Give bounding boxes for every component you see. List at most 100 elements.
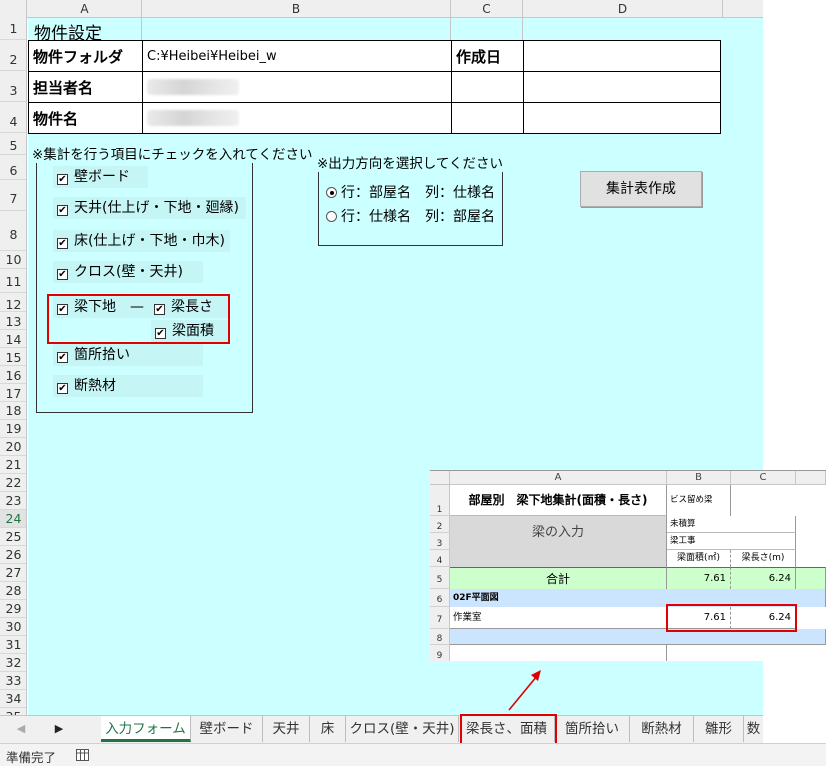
column-header-a[interactable]: A — [28, 0, 142, 18]
scroll-left-icon[interactable]: ◀ — [10, 716, 32, 742]
grid-line — [141, 18, 142, 40]
column-header-c[interactable]: C — [451, 0, 523, 18]
redacted-value — [147, 79, 239, 95]
excerpt-row-7: 7 — [430, 607, 450, 629]
tab-insulation[interactable]: 断熱材 — [630, 716, 694, 742]
result-sheet-excerpt: A B C 1 2 3 4 5 6 7 8 9 部屋別 梁下地集計(面積・長さ)… — [430, 470, 826, 661]
row-header-4[interactable]: 4 — [0, 102, 26, 133]
row-header-34[interactable]: 34 — [0, 690, 26, 708]
row-header-2[interactable]: 2 — [0, 40, 26, 71]
row-header-31[interactable]: 31 — [0, 636, 26, 654]
checkbox-wall-board[interactable]: ✔ 壁ボード — [53, 166, 148, 188]
excerpt-total-area: 7.61 — [667, 567, 731, 589]
person-value-cell[interactable] — [142, 71, 452, 103]
tab-wall-board[interactable]: 壁ボード — [191, 716, 263, 742]
checkbox-icon: ✔ — [57, 238, 68, 249]
row-header-29[interactable]: 29 — [0, 600, 26, 618]
highlight-result-values — [666, 604, 797, 632]
output-direction-group — [318, 162, 503, 246]
excerpt-title: 部屋別 梁下地集計(面積・長さ) — [450, 485, 667, 516]
checkbox-insulation[interactable]: ✔ 断熱材 — [53, 375, 203, 397]
row-header-3[interactable]: 3 — [0, 71, 26, 102]
row-header-22[interactable]: 22 — [0, 474, 26, 492]
row-header-17[interactable]: 17 — [0, 384, 26, 402]
row-header-16[interactable]: 16 — [0, 366, 26, 384]
created-date-cell[interactable] — [523, 40, 721, 72]
highlight-beam-tab — [460, 714, 557, 746]
row-header-28[interactable]: 28 — [0, 582, 26, 600]
tab-spot-count[interactable]: 箇所拾い — [555, 716, 630, 742]
tab-cloth[interactable]: クロス(壁・天井) — [346, 716, 459, 742]
row-header-15[interactable]: 15 — [0, 348, 26, 366]
tab-overflow[interactable]: 数 — [744, 716, 763, 742]
row-header-13[interactable]: 13 — [0, 312, 26, 330]
status-bar: 準備完了 — [0, 743, 826, 766]
row-header-5[interactable]: 5 — [0, 133, 26, 155]
excerpt-row-2: 2 — [430, 516, 450, 533]
excerpt-col-d — [796, 471, 826, 485]
row-header-12[interactable]: 12 — [0, 293, 26, 312]
excerpt-col-b: B — [667, 471, 731, 485]
tab-ceiling[interactable]: 天井 — [263, 716, 310, 742]
blank-cell[interactable] — [523, 71, 721, 103]
radio-row-spec[interactable]: 行：仕様名 列：部屋名 — [326, 206, 495, 226]
excerpt-col-a: A — [450, 471, 667, 485]
row-header-10[interactable]: 10 — [0, 251, 26, 269]
row-header-18[interactable]: 18 — [0, 402, 26, 420]
tab-template[interactable]: 雛形 — [694, 716, 744, 742]
row-header-24[interactable]: 24 — [0, 510, 26, 528]
tab-input-form[interactable]: 入力フォーム — [101, 716, 191, 742]
row-header-33[interactable]: 33 — [0, 672, 26, 690]
output-direction-title: ※出力方向を選択してください — [317, 152, 504, 172]
checkbox-cloth[interactable]: ✔ クロス(壁・天井) — [53, 261, 203, 283]
row-header-21[interactable]: 21 — [0, 456, 26, 474]
row-header-20[interactable]: 20 — [0, 438, 26, 456]
checkbox-icon: ✔ — [57, 352, 68, 363]
blank-cell[interactable] — [523, 102, 721, 134]
row-header-23[interactable]: 23 — [0, 492, 26, 510]
select-all-corner[interactable] — [0, 0, 27, 18]
row-header-27[interactable]: 27 — [0, 564, 26, 582]
tab-floor[interactable]: 床 — [310, 716, 346, 742]
row-header-6[interactable]: 6 — [0, 155, 26, 180]
excerpt-total-fill — [796, 567, 826, 589]
row-header-11[interactable]: 11 — [0, 269, 26, 293]
create-summary-button[interactable]: 集計表作成 — [580, 171, 702, 207]
macro-record-icon[interactable] — [76, 749, 89, 761]
row-header-8[interactable]: 8 — [0, 211, 26, 251]
checkbox-spot-count[interactable]: ✔ 箇所拾い — [53, 344, 203, 366]
checkbox-ceiling[interactable]: ✔ 天井(仕上げ・下地・廻縁) — [53, 197, 246, 219]
scroll-right-icon[interactable]: ▶ — [48, 716, 70, 742]
column-header-b[interactable]: B — [142, 0, 451, 18]
created-date-label: 作成日 — [451, 40, 524, 72]
row-header-35[interactable]: 35 — [0, 708, 26, 715]
excerpt-blank-row — [450, 645, 667, 661]
excerpt-total-label: 合計 — [450, 567, 667, 589]
column-header-d[interactable]: D — [523, 0, 723, 18]
row-header-25[interactable]: 25 — [0, 528, 26, 546]
checkbox-icon: ✔ — [57, 383, 68, 394]
row-header-14[interactable]: 14 — [0, 330, 26, 348]
excerpt-row-3: 3 — [430, 533, 450, 550]
blank-cell[interactable] — [451, 71, 524, 103]
aggregation-items-title: ※集計を行う項目にチェックを入れてください — [32, 143, 313, 163]
column-header-bar: A B C D — [0, 0, 763, 18]
checkbox-floor[interactable]: ✔ 床(仕上げ・下地・巾木) — [53, 230, 230, 252]
row-header-19[interactable]: 19 — [0, 420, 26, 438]
row-header-26[interactable]: 26 — [0, 546, 26, 564]
excerpt-room: 作業室 — [450, 607, 667, 629]
excerpt-row-5: 5 — [430, 567, 450, 589]
row-header-1[interactable]: 1 — [0, 18, 26, 40]
excerpt-row-9: 9 — [430, 645, 450, 661]
blank-cell[interactable] — [451, 102, 524, 134]
excerpt-row-6: 6 — [430, 589, 450, 607]
status-text: 準備完了 — [6, 750, 57, 765]
row-header-32[interactable]: 32 — [0, 654, 26, 672]
radio-row-room[interactable]: 行：部屋名 列：仕様名 — [326, 182, 495, 202]
excerpt-status1: 未積算 — [667, 516, 796, 533]
excerpt-input-label: 梁の入力 — [450, 516, 667, 550]
row-header-30[interactable]: 30 — [0, 618, 26, 636]
property-name-cell[interactable] — [142, 102, 452, 134]
folder-value-cell[interactable]: C:¥Heibei¥Heibei_w — [142, 40, 452, 72]
row-header-7[interactable]: 7 — [0, 180, 26, 211]
